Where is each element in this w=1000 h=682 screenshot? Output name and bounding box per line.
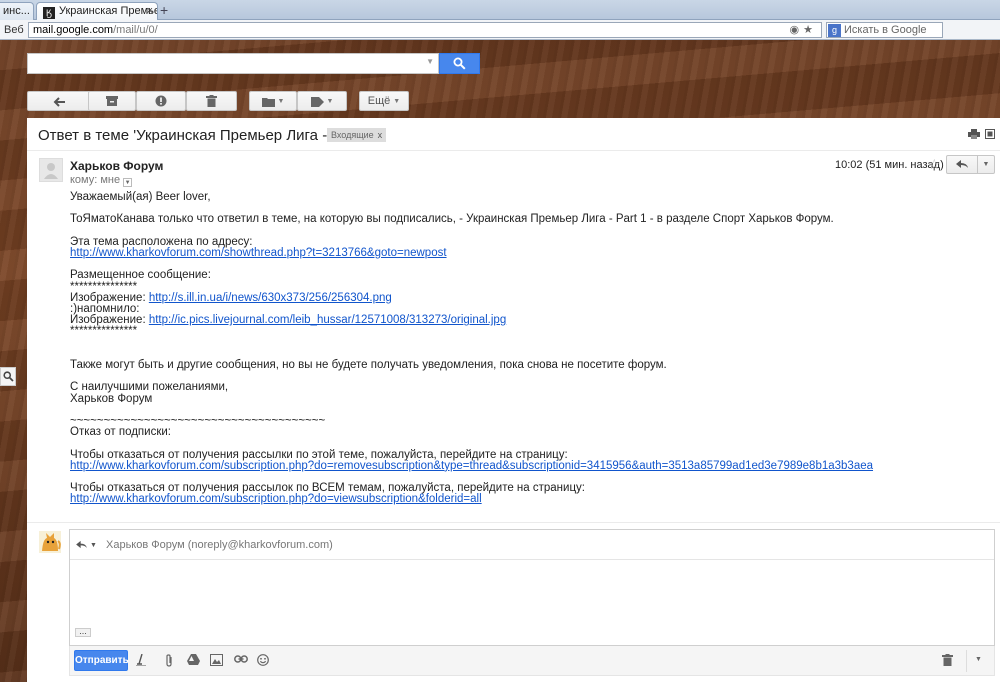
attach-paperclip-icon[interactable] xyxy=(165,654,173,667)
body-regards: С наилучшими пожеланиями, xyxy=(70,381,229,394)
labels-button[interactable]: ▼ xyxy=(297,91,347,111)
close-tab-icon[interactable]: × xyxy=(147,3,153,19)
insert-emoji-icon[interactable] xyxy=(257,654,269,666)
reply-arrow-icon xyxy=(955,160,968,168)
chevron-down-icon: ▼ xyxy=(277,98,285,105)
insert-photo-icon[interactable] xyxy=(210,654,223,666)
send-button[interactable]: Отправить xyxy=(74,650,129,671)
discard-draft-trash-icon[interactable] xyxy=(942,654,953,666)
chevron-down-icon: ▼ xyxy=(90,542,97,549)
chevron-down-icon: ▼ xyxy=(982,161,990,168)
unsubscribe-all-link[interactable]: http://www.kharkovforum.com/subscription… xyxy=(70,493,970,505)
spam-icon xyxy=(155,95,167,107)
forum-favicon-icon: Ӄ xyxy=(43,7,55,19)
cat-avatar-icon xyxy=(42,533,61,551)
new-tab-button[interactable]: + xyxy=(160,3,168,17)
google-drive-icon[interactable] xyxy=(187,654,200,666)
header-divider xyxy=(27,150,1000,151)
move-to-button[interactable]: ▼ xyxy=(249,91,297,111)
rss-icon[interactable]: ◉ xyxy=(790,24,804,36)
print-icon[interactable] xyxy=(968,129,980,139)
message-body: Уважаемый(ая) Beer lover, ТоЯматоКанава … xyxy=(70,191,970,506)
body-paragraph: Размещенное сообщение: xyxy=(70,269,211,282)
body-signature: Харьков Форум xyxy=(70,392,153,405)
email-subject: Ответ в теме 'Украинская Премьер Лига - … xyxy=(38,127,375,144)
side-search-tab[interactable] xyxy=(0,367,16,386)
separator-stars: *************** xyxy=(70,325,138,338)
toolbar-separator xyxy=(966,650,967,672)
message-more-button[interactable]: ▼ xyxy=(977,155,995,174)
thread-link[interactable]: http://www.kharkovforum.com/showthread.p… xyxy=(70,247,970,259)
compose-toolbar: Отправить ▼ xyxy=(69,646,995,676)
back-to-inbox-button[interactable] xyxy=(27,91,91,111)
reply-button[interactable] xyxy=(946,155,978,174)
browser-tab-active[interactable]: Ӄ Украинская Премьер ... × xyxy=(36,2,158,20)
browser-tab[interactable]: инс... xyxy=(0,2,34,20)
tilde-separator: ~~~~~~~~~~~~~~~~~~~~~~~~~~~~~~~~~~~~~~ xyxy=(70,414,326,427)
bookmark-star-icon[interactable]: ★ xyxy=(803,24,817,36)
inbox-label-chip[interactable]: Входящие x xyxy=(327,128,387,142)
folder-icon xyxy=(261,98,275,107)
recipient-line: кому: мне ▼ xyxy=(70,174,133,187)
report-spam-button[interactable] xyxy=(136,91,186,111)
toolbar-label: Веб xyxy=(4,24,24,36)
person-silhouette-icon xyxy=(44,163,58,179)
url-host: mail.google.com xyxy=(33,24,114,36)
unsubscribe-thread-link[interactable]: http://www.kharkovforum.com/subscription… xyxy=(70,460,970,472)
compose-header: ▼ Харьков Форум (noreply@kharkovforum.co… xyxy=(70,530,994,560)
search-options-caret-icon[interactable]: ▼ xyxy=(426,57,434,66)
google-icon: g xyxy=(828,24,841,37)
body-greeting: Уважаемый(ая) Beer lover, xyxy=(70,191,211,203)
more-options-chevron-down-icon[interactable]: ▼ xyxy=(975,656,982,663)
archive-icon xyxy=(106,96,118,106)
tab-title: Украинская Премьер ... xyxy=(59,5,157,17)
reply-compose-box[interactable]: ▼ Харьков Форум (noreply@kharkovforum.co… xyxy=(69,529,995,646)
to-label: кому: мне xyxy=(70,174,121,186)
label-name: Входящие xyxy=(331,130,374,140)
sender-name[interactable]: Харьков Форум xyxy=(70,159,163,173)
chevron-down-icon: ▼ xyxy=(393,98,401,105)
new-window-icon[interactable] xyxy=(985,129,995,139)
reply-type-selector[interactable]: ▼ xyxy=(76,538,97,552)
url-path: /mail/u/0/ xyxy=(113,24,158,36)
tab-title: инс... xyxy=(3,5,30,17)
mail-search-input[interactable]: ▼ xyxy=(27,53,439,74)
chevron-down-icon: ▼ xyxy=(326,98,334,105)
archive-button[interactable] xyxy=(88,91,136,111)
image-label: Изображение: xyxy=(70,291,146,304)
image-label: Изображение: xyxy=(70,314,146,327)
message-panel: Ответ в теме 'Украинская Премьер Лига - … xyxy=(27,118,1000,682)
google-search-box[interactable]: g Искать в Google xyxy=(826,22,943,38)
body-paragraph: Также могут быть и другие сообщения, но … xyxy=(70,358,667,371)
text-format-icon[interactable] xyxy=(136,654,146,666)
insert-link-icon[interactable] xyxy=(234,654,248,664)
trash-icon xyxy=(206,95,217,107)
image-link[interactable]: http://ic.pics.livejournal.com/leib_huss… xyxy=(149,314,506,326)
remove-label-icon[interactable]: x xyxy=(378,130,383,140)
more-actions-button[interactable]: Ещё ▼ xyxy=(359,91,409,111)
sender-avatar xyxy=(39,158,63,182)
reply-arrow-icon xyxy=(76,540,87,549)
browser-toolbar: Веб mail.google.com/mail/u/0/ ◉★ g Искать… xyxy=(0,20,1000,40)
search-icon xyxy=(453,57,466,70)
unsubscribe-title: Отказ от подписки: xyxy=(70,426,171,439)
show-trimmed-content-button[interactable]: ... xyxy=(75,627,91,637)
search-icon xyxy=(3,371,14,382)
reply-divider xyxy=(27,522,1000,523)
search-placeholder: Искать в Google xyxy=(844,24,927,36)
more-actions-label: Ещё xyxy=(367,95,391,107)
details-dropdown-icon[interactable]: ▼ xyxy=(123,178,133,187)
search-button[interactable] xyxy=(439,53,480,74)
label-tag-icon xyxy=(310,97,324,107)
image-link[interactable]: http://s.ill.in.ua/i/news/630x373/256/25… xyxy=(149,292,392,304)
body-paragraph: ТоЯматоКанава только что ответил в теме,… xyxy=(70,213,834,226)
address-bar[interactable]: mail.google.com/mail/u/0/ ◉★ xyxy=(28,22,822,38)
star-icon[interactable]: ☆ xyxy=(928,156,941,173)
browser-tab-bar: инс... Ӄ Украинская Премьер ... × + xyxy=(0,0,1000,20)
arrow-left-icon xyxy=(53,97,65,107)
delete-button[interactable] xyxy=(186,91,237,111)
my-avatar xyxy=(39,531,61,553)
reply-recipient[interactable]: Харьков Форум (noreply@kharkovforum.com) xyxy=(106,539,333,551)
